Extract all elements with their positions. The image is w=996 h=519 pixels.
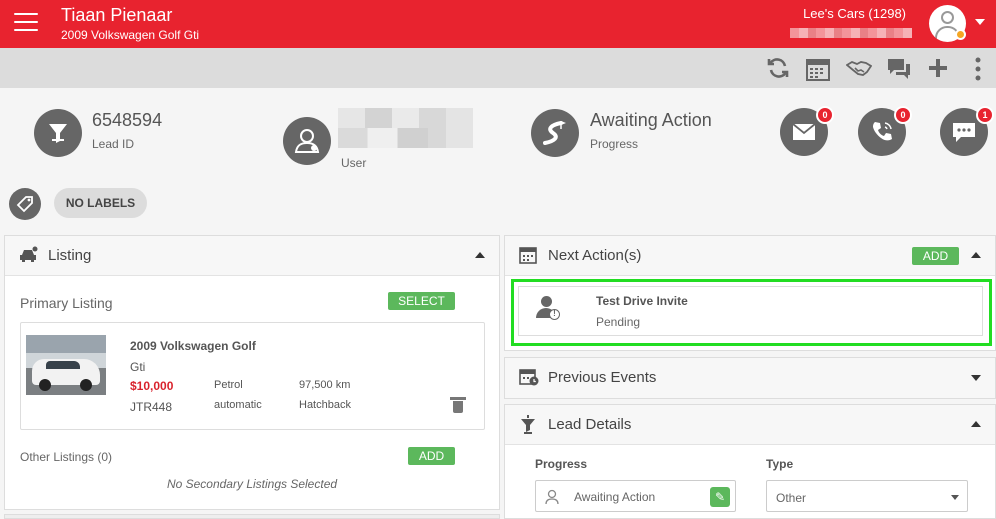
car-title: 2009 Volkswagen Golf bbox=[130, 339, 256, 353]
action-status: Pending bbox=[596, 315, 641, 329]
funnel-icon bbox=[34, 109, 82, 157]
status-dot bbox=[955, 29, 966, 40]
car-price: $10,000 bbox=[130, 379, 174, 393]
calendar-icon[interactable] bbox=[806, 57, 830, 81]
more-vertical-icon[interactable] bbox=[968, 57, 988, 81]
tag-icon[interactable] bbox=[9, 188, 41, 220]
type-select-value: Other bbox=[776, 491, 807, 505]
chat-icon[interactable] bbox=[886, 57, 912, 79]
email-count-badge: 0 bbox=[816, 106, 834, 124]
progress-field-label: Progress bbox=[535, 457, 588, 471]
chevron-down-icon[interactable] bbox=[975, 19, 985, 25]
previous-events-title: Previous Events bbox=[548, 369, 657, 386]
toolbar bbox=[0, 48, 996, 88]
type-field-label: Type bbox=[766, 457, 794, 471]
previous-events-header[interactable]: Previous Events bbox=[505, 358, 995, 398]
collapse-icon[interactable] bbox=[971, 252, 981, 258]
redacted-user-info bbox=[790, 28, 912, 38]
menu-icon[interactable] bbox=[14, 13, 38, 33]
edit-icon[interactable]: ✎ bbox=[710, 487, 730, 507]
other-listings-title: Other Listings (0) bbox=[20, 450, 113, 464]
no-labels-chip[interactable]: NO LABELS bbox=[54, 188, 147, 218]
plus-icon[interactable] bbox=[926, 57, 950, 79]
car-variant: Gti bbox=[130, 360, 146, 374]
add-listing-button[interactable]: ADD bbox=[408, 447, 455, 465]
user-label: User bbox=[341, 156, 367, 170]
previous-events-panel: Previous Events bbox=[504, 357, 996, 399]
car-fuel: Petrol bbox=[214, 379, 243, 391]
progress-value: Awaiting Action bbox=[590, 110, 712, 130]
collapse-icon[interactable] bbox=[475, 252, 485, 258]
listing-title: Listing bbox=[48, 247, 92, 264]
person-icon bbox=[544, 489, 560, 505]
add-action-button[interactable]: ADD bbox=[912, 247, 959, 265]
phone-count-badge: 0 bbox=[894, 106, 912, 124]
handshake-icon[interactable] bbox=[845, 57, 873, 79]
user-icon bbox=[283, 117, 331, 165]
car-thumbnail bbox=[26, 335, 106, 395]
lead-details-title: Lead Details bbox=[548, 416, 632, 433]
progress-label: Progress bbox=[590, 137, 639, 151]
phone-button[interactable]: 0 bbox=[858, 106, 912, 156]
person-alert-icon: ! bbox=[535, 296, 561, 322]
collapse-icon[interactable] bbox=[971, 421, 981, 427]
message-count-badge: 1 bbox=[976, 106, 994, 124]
lead-details-header[interactable]: Lead Details bbox=[505, 405, 995, 445]
select-listing-button[interactable]: SELECT bbox=[388, 292, 455, 310]
refresh-icon[interactable] bbox=[766, 57, 790, 79]
app-header: Tiaan Pienaar 2009 Volkswagen Golf Gti L… bbox=[0, 0, 996, 48]
dealer-name[interactable]: Lee's Cars (1298) bbox=[803, 6, 906, 21]
car-transmission: automatic bbox=[214, 399, 262, 411]
lead-id-value: 6548594 bbox=[92, 110, 163, 130]
expand-icon[interactable] bbox=[971, 375, 981, 381]
action-title: Test Drive Invite bbox=[596, 294, 688, 308]
lead-id-label: Lead ID bbox=[92, 137, 135, 151]
trash-icon[interactable] bbox=[450, 397, 466, 413]
calendar-clock-icon bbox=[519, 368, 539, 391]
calendar-icon bbox=[519, 246, 537, 269]
lead-vehicle: 2009 Volkswagen Golf Gti bbox=[61, 28, 200, 42]
primary-listing-card[interactable]: 2009 Volkswagen Golf Gti $10,000 Petrol … bbox=[20, 322, 485, 430]
message-button[interactable]: 1 bbox=[940, 106, 994, 156]
funnel-icon bbox=[519, 415, 537, 440]
type-select[interactable]: Other bbox=[766, 480, 968, 512]
next-actions-header[interactable]: Next Action(s) ADD bbox=[505, 236, 995, 276]
progress-field-value: Awaiting Action bbox=[574, 490, 656, 504]
listing-panel: Listing Primary Listing SELECT 2009 Volk… bbox=[4, 235, 500, 510]
car-registration: JTR448 bbox=[130, 400, 173, 414]
primary-listing-title: Primary Listing bbox=[20, 295, 113, 311]
car-body-type: Hatchback bbox=[299, 399, 351, 411]
lead-name: Tiaan Pienaar bbox=[61, 5, 173, 25]
email-button[interactable]: 0 bbox=[780, 106, 834, 156]
chevron-down-icon bbox=[951, 495, 959, 500]
progress-field[interactable]: Awaiting Action ✎ bbox=[535, 480, 736, 512]
next-actions-title: Next Action(s) bbox=[548, 247, 642, 264]
listing-panel-header[interactable]: Listing bbox=[5, 236, 499, 276]
car-mileage: 97,500 km bbox=[299, 379, 351, 391]
next-panel-edge bbox=[4, 514, 500, 519]
redacted-user-name bbox=[338, 108, 473, 148]
next-action-item[interactable]: ! Test Drive Invite Pending bbox=[518, 286, 983, 336]
road-icon bbox=[531, 109, 579, 157]
car-icon bbox=[19, 246, 39, 269]
lead-details-panel: Lead Details Progress Awaiting Action ✎ … bbox=[504, 404, 996, 519]
empty-listings-text: No Secondary Listings Selected bbox=[166, 477, 338, 491]
